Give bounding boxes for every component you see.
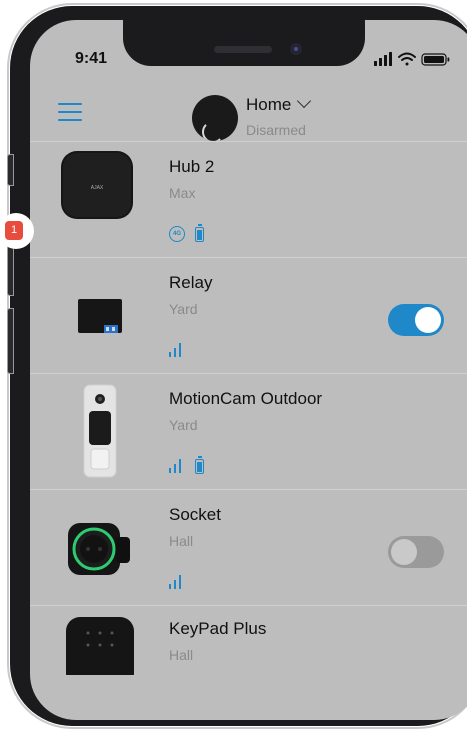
volume-down-button [7,308,14,374]
hub-avatar[interactable] [192,95,238,141]
notch [123,20,365,66]
battery-icon [195,455,204,474]
4g-icon: 4G [169,226,185,242]
status-icons [374,52,450,66]
device-row-keypad-plus[interactable]: KeyPad Plus Hall [30,605,467,720]
wifi-icon [398,52,416,66]
device-row-socket[interactable]: Socket Hall [30,489,467,605]
device-room: Yard [169,417,198,433]
hub-logo: AJAX [91,185,104,191]
device-room: Max [169,185,196,201]
device-name: Hub 2 [169,157,215,176]
socket-device-image [68,523,130,575]
speaker [214,46,272,53]
battery-status-icon [421,53,450,66]
signal-icon [169,575,185,589]
phone-frame: 9:41 Home Disarmed AJAX Hub 2 Max 4G Rel… [7,3,467,729]
device-name: KeyPad Plus [169,619,267,638]
hub-selector[interactable]: Home [246,93,312,115]
cellular-signal-icon [374,52,392,66]
loading-spinner-icon [202,121,224,141]
device-room: Yard [169,301,198,317]
device-indicators: 4G [169,223,204,242]
status-time: 9:41 [75,50,108,67]
device-name: Socket [169,505,221,524]
device-indicators [169,342,185,358]
device-room: Hall [169,647,194,663]
device-name: Relay [169,273,213,292]
keypad-device-image [66,617,134,675]
device-room: Hall [169,533,194,549]
toggle-knob [391,539,417,565]
socket-toggle[interactable] [388,536,444,568]
phone-screen: 9:41 Home Disarmed AJAX Hub 2 Max 4G Rel… [30,20,467,720]
motioncam-device-image [83,384,117,478]
hub-device-image: AJAX [61,151,133,219]
hub-status: Disarmed [246,122,306,138]
hub-name: Home [246,95,292,114]
front-camera [290,43,302,55]
relay-toggle[interactable] [388,304,444,336]
device-name: MotionCam Outdoor [169,389,323,408]
signal-icon [169,459,185,473]
silent-switch [7,154,14,186]
device-indicators [169,455,204,474]
device-row-motioncam-outdoor[interactable]: MotionCam Outdoor Yard [30,373,467,489]
chevron-down-icon [297,93,312,109]
signal-icon [169,343,185,357]
device-indicators [169,574,185,590]
device-row-hub-2[interactable]: AJAX Hub 2 Max 4G [30,141,467,257]
relay-device-image [78,299,122,333]
menu-icon[interactable] [58,103,82,121]
toggle-knob [415,307,441,333]
notification-count: 1 [5,221,23,240]
device-row-relay[interactable]: Relay Yard [30,257,467,373]
battery-icon [195,223,204,242]
